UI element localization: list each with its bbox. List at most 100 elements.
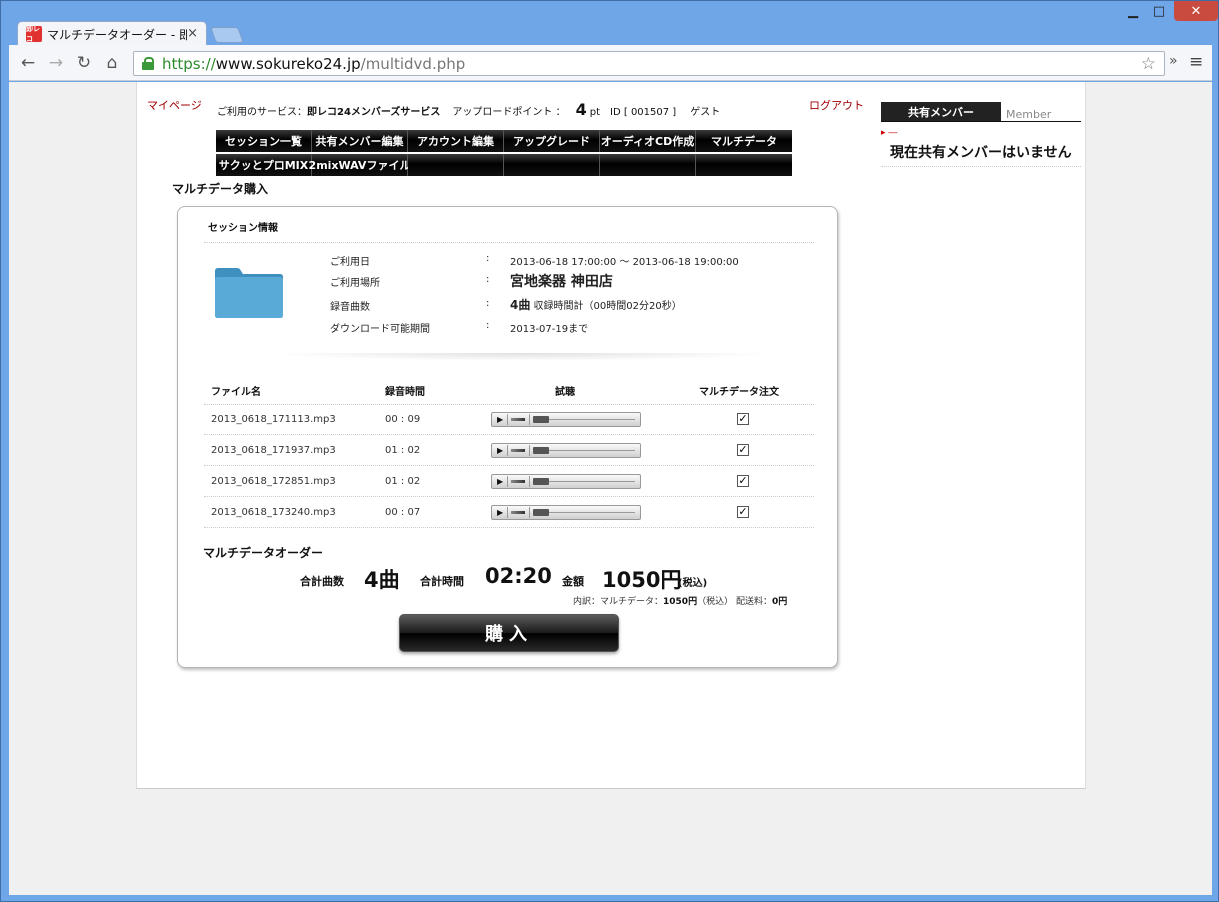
table-row: 2013_0618_173240.mp3 00 : 07 ▶ ✓ xyxy=(204,497,814,528)
bookmark-star-icon[interactable]: ☆ xyxy=(1141,54,1156,74)
seek-track[interactable] xyxy=(549,512,635,513)
url-scheme: https:// xyxy=(162,54,216,73)
file-duration: 00 : 07 xyxy=(385,507,421,518)
play-icon[interactable]: ▶ xyxy=(497,415,503,424)
player-divider xyxy=(529,445,530,456)
order-section-title: マルチデータオーダー xyxy=(203,546,324,560)
track-duration-detail: 収録時間計（00時間02分20秒） xyxy=(533,301,682,312)
divider xyxy=(204,242,814,243)
extensions-chevron-icon[interactable]: » xyxy=(1169,53,1178,69)
play-icon[interactable]: ▶ xyxy=(497,477,503,486)
table-row: 2013_0618_171113.mp3 00 : 09 ▶ ✓ xyxy=(204,404,814,435)
table-row: 2013_0618_172851.mp3 01 : 02 ▶ ✓ xyxy=(204,466,814,497)
file-duration: 00 : 09 xyxy=(385,414,421,425)
title-bar: 即レコ マルチデータオーダー - 即レコ × ▁ □ ✕ xyxy=(1,1,1218,46)
volume-icon[interactable] xyxy=(511,511,525,514)
close-window-button[interactable]: ✕ xyxy=(1174,1,1218,21)
service-label: ご利用のサービス： xyxy=(217,107,307,118)
track-count-label: 録音曲数 xyxy=(330,302,370,313)
purchase-card: セッション情報 ご利用日 : 2013-06-18 17:00:00 〜 201… xyxy=(177,206,838,668)
order-checkbox[interactable]: ✓ xyxy=(737,413,749,425)
nav-upgrade[interactable]: アップグレード xyxy=(504,130,600,152)
logout-link[interactable]: ログアウト xyxy=(809,97,864,113)
colon: : xyxy=(486,253,490,264)
total-time-label: 合計時間 xyxy=(420,575,464,588)
home-icon[interactable]: ⌂ xyxy=(101,52,123,74)
divider xyxy=(881,166,1081,167)
reload-icon[interactable]: ↻ xyxy=(73,52,95,74)
price-breakdown: 内訳：マルチデータ：1050円（税込） 配送料：0円 xyxy=(573,594,787,607)
nav-shared-member-edit[interactable]: 共有メンバー編集 xyxy=(312,130,408,152)
nav-empty-slot xyxy=(600,154,696,176)
nav-audio-cd[interactable]: オーディオCD作成 xyxy=(600,130,696,152)
audio-player[interactable]: ▶ xyxy=(491,505,641,520)
order-checkbox[interactable]: ✓ xyxy=(737,475,749,487)
browser-window: 即レコ マルチデータオーダー - 即レコ × ▁ □ ✕ ← → ↻ ⌂ htt… xyxy=(0,0,1219,902)
purchase-button[interactable]: 購入 xyxy=(399,614,619,652)
seek-handle[interactable] xyxy=(533,509,549,516)
col-header-order: マルチデータ注文 xyxy=(699,387,779,398)
tab-close-icon[interactable]: × xyxy=(187,26,198,41)
nav-empty-slot xyxy=(408,154,504,176)
nav-session-list[interactable]: セッション一覧 xyxy=(216,130,312,152)
browser-toolbar: ← → ↻ ⌂ https:// www.sokureko24.jp /mult… xyxy=(9,45,1212,81)
new-tab-button[interactable] xyxy=(210,27,244,43)
volume-icon[interactable] xyxy=(511,449,525,452)
minimize-button[interactable]: ▁ xyxy=(1120,1,1146,21)
page-viewport: マイページ ご利用のサービス： 即レコ24メンバーズサービス アップロードポイン… xyxy=(9,82,1212,895)
seek-track[interactable] xyxy=(549,481,635,482)
seek-handle[interactable] xyxy=(533,478,549,485)
total-time-value: 02:20 xyxy=(485,564,552,588)
site-favicon-icon: 即レコ xyxy=(26,25,42,43)
file-name: 2013_0618_173240.mp3 xyxy=(211,507,336,518)
forward-arrow-icon[interactable]: → xyxy=(45,52,67,74)
player-divider xyxy=(529,476,530,487)
file-name: 2013_0618_171113.mp3 xyxy=(211,414,336,425)
nav-2mix-wav[interactable]: 2mixWAVファイル xyxy=(309,154,410,176)
browser-menu-icon[interactable]: ≡ xyxy=(1189,52,1203,72)
price-value: 1050円 xyxy=(602,568,682,592)
audio-player[interactable]: ▶ xyxy=(491,412,641,427)
address-bar[interactable]: https:// www.sokureko24.jp /multidvd.php… xyxy=(133,51,1165,76)
price-label: 金額 xyxy=(562,575,584,588)
nav-account-edit[interactable]: アカウント編集 xyxy=(408,130,504,152)
play-icon[interactable]: ▶ xyxy=(497,508,503,517)
seek-track[interactable] xyxy=(549,419,635,420)
mypage-link[interactable]: マイページ xyxy=(147,97,202,113)
user-id: ID [ 001507 ] xyxy=(610,107,677,118)
nav-multidata[interactable]: マルチデータ xyxy=(696,130,792,152)
file-duration: 01 : 02 xyxy=(385,476,421,487)
side-tabs: 共有メンバー Member xyxy=(881,102,1081,122)
use-place-label: ご利用場所 xyxy=(330,278,380,289)
url-path: /multidvd.php xyxy=(360,54,466,73)
volume-icon[interactable] xyxy=(511,418,525,421)
section-shadow-divider xyxy=(268,353,778,361)
order-totals: 合計曲数 4曲 合計時間 02:20 金額 1050円 (税込) xyxy=(178,564,839,592)
points-label: アップロードポイント ： xyxy=(452,107,566,118)
global-nav: セッション一覧 共有メンバー編集 アカウント編集 アップグレード オーディオCD… xyxy=(216,130,793,178)
browser-tab[interactable]: 即レコ マルチデータオーダー - 即レコ × xyxy=(17,21,207,46)
use-date-value: 2013-06-18 17:00:00 〜 2013-06-18 19:00:0… xyxy=(510,257,739,268)
audio-player[interactable]: ▶ xyxy=(491,474,641,489)
nav-pro-mix[interactable]: サクッとプロMIX xyxy=(216,154,312,176)
use-place-value: 宮地楽器 神田店 xyxy=(510,274,613,290)
order-checkbox[interactable]: ✓ xyxy=(737,506,749,518)
seek-handle[interactable] xyxy=(533,416,549,423)
maximize-button[interactable]: □ xyxy=(1146,1,1172,21)
col-header-duration: 録音時間 xyxy=(385,387,425,398)
tab-shared-members: 共有メンバー xyxy=(881,102,1001,121)
global-nav-row-1: セッション一覧 共有メンバー編集 アカウント編集 アップグレード オーディオCD… xyxy=(216,130,793,152)
back-arrow-icon[interactable]: ← xyxy=(17,52,39,74)
download-period-label: ダウンロード可能期間 xyxy=(330,324,430,335)
audio-player[interactable]: ▶ xyxy=(491,443,641,458)
order-checkbox[interactable]: ✓ xyxy=(737,444,749,456)
service-info-line: ご利用のサービス： 即レコ24メンバーズサービス アップロードポイント ： 4 … xyxy=(217,100,720,119)
player-divider xyxy=(507,414,508,425)
no-members-message: 現在共有メンバーはいません xyxy=(890,145,1072,161)
seek-track[interactable] xyxy=(549,450,635,451)
total-count-label: 合計曲数 xyxy=(300,575,344,588)
play-icon[interactable]: ▶ xyxy=(497,446,503,455)
seek-handle[interactable] xyxy=(533,447,549,454)
bullet-arrow-icon: ▸ ― xyxy=(881,128,898,138)
volume-icon[interactable] xyxy=(511,480,525,483)
